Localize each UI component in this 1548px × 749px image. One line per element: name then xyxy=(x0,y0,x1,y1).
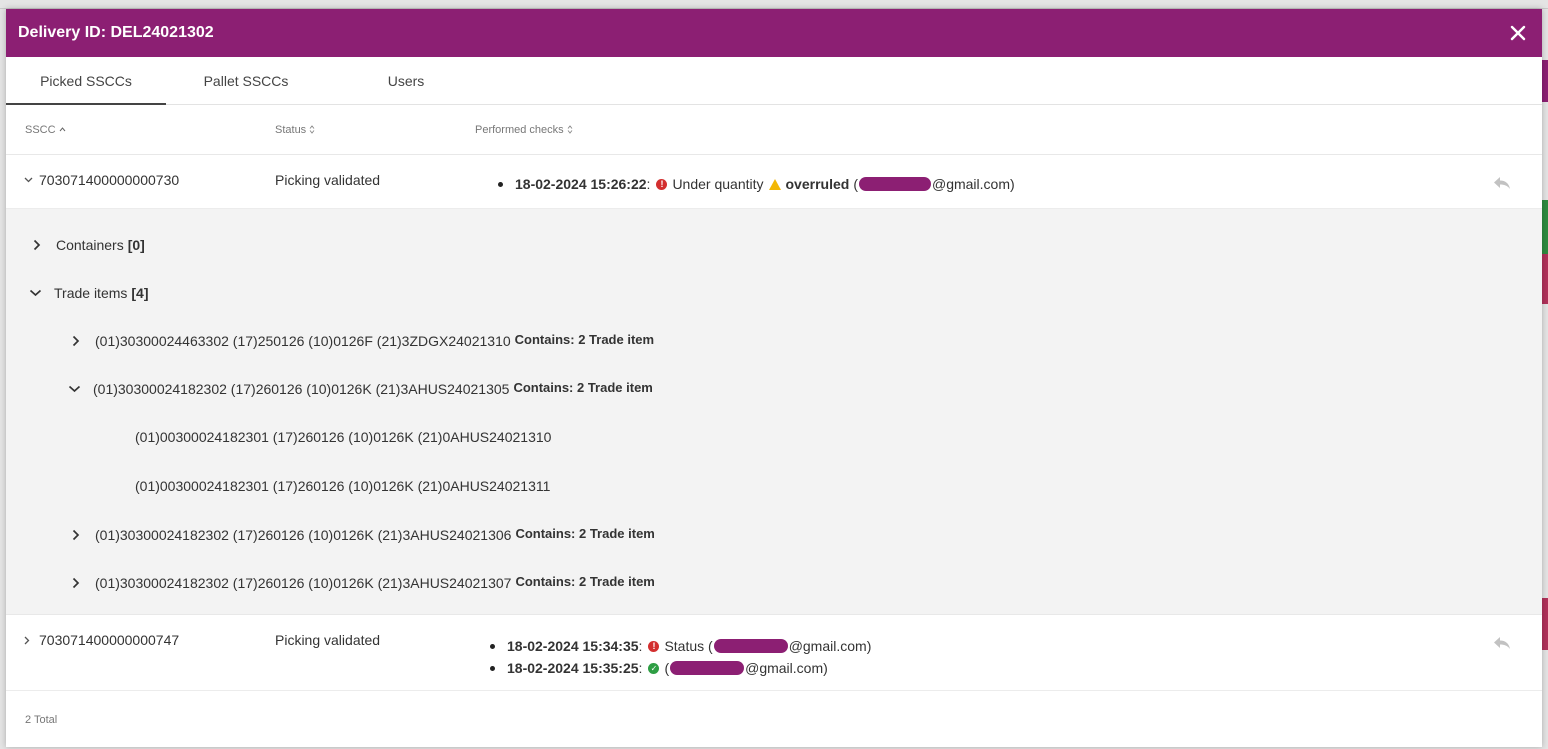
table-header: SSCC Status Performed checks xyxy=(6,105,1542,155)
child-item-code: (01)00300024182301 (17)260126 (10)0126K … xyxy=(135,429,552,445)
timestamp-text: 18-02-2024 15:34:35 xyxy=(507,638,639,654)
email-prefix: ( xyxy=(853,176,858,192)
sscc-value: 703071400000000730 xyxy=(39,172,180,188)
bullet xyxy=(490,665,495,671)
performed-checks-list: 18-02-2024 15:34:35: ! Status ( @gmail.co… xyxy=(490,635,871,679)
chevron-down-icon[interactable] xyxy=(67,382,81,396)
undo-icon[interactable] xyxy=(1492,635,1512,651)
column-label: Status xyxy=(275,123,307,136)
trade-item-contains: Contains: 2 Trade item xyxy=(515,573,655,589)
trade-item-node[interactable]: (01)30300024182302 (17)260126 (10)0126K … xyxy=(67,379,653,397)
trade-item-child: (01)00300024182301 (17)260126 (10)0126K … xyxy=(135,478,550,494)
trade-item-node[interactable]: (01)30300024463302 (17)250126 (10)0126F … xyxy=(69,331,655,349)
chevron-right-icon[interactable] xyxy=(69,576,83,590)
redacted-email xyxy=(858,177,931,191)
trade-item-code: (01)30300024182302 (17)260126 (10)0126K … xyxy=(95,527,512,543)
separator: : xyxy=(646,176,651,192)
table-row[interactable]: 703071400000000747 Picking validated 18-… xyxy=(6,615,1542,691)
column-header-sscc[interactable]: SSCC xyxy=(25,124,66,136)
chevron-right-icon[interactable] xyxy=(30,238,44,252)
chevron-right-icon[interactable] xyxy=(69,528,83,542)
sscc-cell: 703071400000000747 xyxy=(24,632,179,648)
close-icon xyxy=(1510,25,1526,41)
bullet xyxy=(498,181,503,187)
check-item: 18-02-2024 15:26:22: ! Under quantity ov… xyxy=(498,173,1015,195)
success-icon: ✓ xyxy=(648,662,660,674)
check-item: 18-02-2024 15:34:35: ! Status ( @gmail.co… xyxy=(490,635,871,657)
column-label: SSCC xyxy=(25,123,56,136)
undo-icon[interactable] xyxy=(1492,175,1512,191)
timestamp-text: 18-02-2024 15:35:25 xyxy=(507,660,639,676)
check-timestamp: 18-02-2024 15:34:35: xyxy=(507,638,642,654)
trade-item-contains: Contains: 2 Trade item xyxy=(514,331,655,347)
table-footer: 2 Total xyxy=(6,692,1542,747)
status-cell: Picking validated xyxy=(275,172,381,188)
performed-checks-list: 18-02-2024 15:26:22: ! Under quantity ov… xyxy=(498,173,1015,195)
check-timestamp: 18-02-2024 15:35:25: xyxy=(507,660,642,676)
sscc-value: 703071400000000747 xyxy=(39,632,180,648)
sort-icon xyxy=(309,125,315,134)
email-suffix: @gmail.com) xyxy=(745,660,828,676)
trade-item-code: (01)30300024182302 (17)260126 (10)0126K … xyxy=(93,381,510,397)
chevron-right-icon[interactable] xyxy=(69,334,83,348)
sort-ascending-icon xyxy=(59,127,65,132)
chevron-right-icon[interactable] xyxy=(24,636,30,645)
trade-item-node[interactable]: (01)30300024182302 (17)260126 (10)0126K … xyxy=(69,525,655,543)
trade-item-contains: Contains: 2 Trade item xyxy=(513,379,653,395)
tab-users[interactable]: Users xyxy=(326,57,486,104)
close-button[interactable] xyxy=(1506,21,1530,45)
check-item: 18-02-2024 15:35:25: ✓ ( @gmail.com) xyxy=(490,657,871,679)
sscc-cell: 703071400000000730 xyxy=(24,172,179,188)
node-label: Trade items xyxy=(54,285,128,301)
node-count: [0] xyxy=(127,237,145,253)
trade-items-node[interactable]: Trade items [4] xyxy=(28,285,149,301)
separator: : xyxy=(638,660,643,676)
sort-icon xyxy=(567,125,573,134)
warning-icon xyxy=(768,178,781,190)
node-count: [4] xyxy=(131,285,149,301)
modal-title: Delivery ID: DEL24021302 xyxy=(18,24,214,41)
node-label: Containers xyxy=(56,237,124,253)
chevron-down-icon[interactable] xyxy=(28,286,42,300)
chevron-down-icon[interactable] xyxy=(24,177,33,183)
delivery-modal: Delivery ID: DEL24021302 Picked SSCCs Pa… xyxy=(6,9,1542,747)
separator: : xyxy=(638,638,643,654)
tab-pallet-ssccs[interactable]: Pallet SSCCs xyxy=(166,57,326,104)
modal-header: Delivery ID: DEL24021302 xyxy=(6,9,1542,57)
check-text: Status ( xyxy=(664,638,713,654)
column-header-performed-checks[interactable]: Performed checks xyxy=(475,124,573,136)
column-header-status[interactable]: Status xyxy=(275,124,315,136)
check-text: ( xyxy=(664,660,670,676)
row-detail-panel: Containers [0] Trade items [4] (01)30300… xyxy=(6,209,1542,615)
total-count: 2 Total xyxy=(25,713,58,726)
error-icon: ! xyxy=(648,640,660,652)
trade-item-code: (01)30300024182302 (17)260126 (10)0126K … xyxy=(95,575,512,591)
tab-bar: Picked SSCCs Pallet SSCCs Users xyxy=(6,57,1542,105)
error-icon: ! xyxy=(656,178,668,190)
child-item-code: (01)00300024182301 (17)260126 (10)0126K … xyxy=(135,478,551,494)
email-suffix: @gmail.com) xyxy=(788,638,872,654)
redacted-email xyxy=(713,639,788,653)
trade-item-code: (01)30300024463302 (17)250126 (10)0126F … xyxy=(95,333,511,349)
timestamp-text: 18-02-2024 15:26:22 xyxy=(515,176,647,192)
containers-node[interactable]: Containers [0] xyxy=(30,237,145,253)
table-row[interactable]: 703071400000000730 Picking validated 18-… xyxy=(6,155,1542,209)
tab-picked-ssccs[interactable]: Picked SSCCs xyxy=(6,57,166,105)
status-cell: Picking validated xyxy=(275,632,381,648)
column-label: Performed checks xyxy=(475,123,564,136)
overruled-label: overruled xyxy=(785,176,850,192)
redacted-email xyxy=(670,661,745,675)
trade-item-node[interactable]: (01)30300024182302 (17)260126 (10)0126K … xyxy=(69,573,655,591)
trade-item-child: (01)00300024182301 (17)260126 (10)0126K … xyxy=(135,429,551,445)
trade-item-contains: Contains: 2 Trade item xyxy=(515,525,655,541)
check-timestamp: 18-02-2024 15:26:22: xyxy=(515,176,650,192)
check-text: Under quantity xyxy=(672,176,764,192)
email-suffix: @gmail.com) xyxy=(931,176,1015,192)
bullet xyxy=(490,643,495,649)
